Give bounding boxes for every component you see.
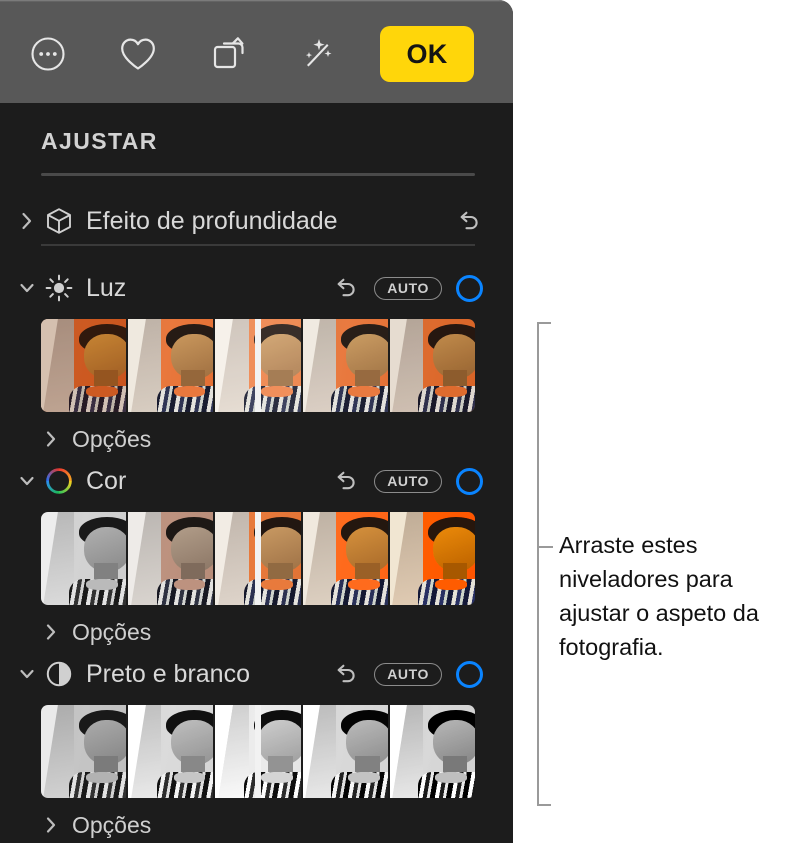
adjustment-header-cor[interactable]: Cor AUTO	[0, 458, 513, 504]
filmstrip-frame[interactable]	[215, 512, 303, 605]
filmstrip-frame[interactable]	[302, 512, 390, 605]
magic-wand-icon	[297, 33, 339, 75]
callout-text: Arraste estes niveladores para ajustar o…	[559, 532, 759, 660]
slider-playhead-luz[interactable]	[255, 319, 261, 412]
filmstrip-frame[interactable]	[302, 705, 390, 798]
chevron-right-icon[interactable]	[14, 198, 40, 244]
color-wheel-icon	[42, 458, 76, 504]
filmstrip-frame[interactable]	[41, 319, 129, 412]
adjustment-group-cor: Cor AUTO Opções	[0, 458, 513, 649]
filmstrip-frame[interactable]	[389, 512, 475, 605]
reset-icon[interactable]	[330, 659, 360, 689]
adjustment-header-depth[interactable]: Efeito de profundidade	[0, 198, 513, 244]
chevron-right-icon[interactable]	[39, 808, 63, 842]
title-divider	[41, 173, 475, 176]
adjust-panel-body: AJUSTAR Efeito de profundidade Luz AUTO …	[0, 103, 513, 843]
filmstrip-frame[interactable]	[302, 319, 390, 412]
options-row-cor[interactable]: Opções	[41, 615, 241, 649]
reset-icon[interactable]	[330, 466, 360, 496]
filmstrip-frame[interactable]	[128, 512, 216, 605]
slider-playhead-cor[interactable]	[255, 512, 261, 605]
page-title: AJUSTAR	[41, 128, 158, 154]
adjustment-group-depth: Efeito de profundidade	[0, 198, 513, 246]
reset-icon[interactable]	[330, 273, 360, 303]
ellipsis-circle-icon	[28, 34, 68, 74]
enhance-button[interactable]	[286, 22, 350, 86]
heart-icon	[117, 34, 159, 74]
sun-icon	[42, 265, 76, 311]
more-options-button[interactable]	[16, 22, 80, 86]
adjustment-label-luz: Luz	[86, 273, 127, 302]
options-label: Opções	[72, 811, 152, 838]
filmstrip-frame[interactable]	[215, 705, 303, 798]
adjustment-controls-luz: AUTO	[330, 265, 483, 311]
adjustment-group-preto-e-branco: Preto e branco AUTO Opções	[0, 651, 513, 842]
favorite-button[interactable]	[106, 22, 170, 86]
adjustment-header-preto-e-branco[interactable]: Preto e branco AUTO	[0, 651, 513, 697]
chevron-down-icon[interactable]	[14, 265, 40, 311]
filmstrip-frame[interactable]	[389, 319, 475, 412]
callout-annotation: Arraste estes niveladores para ajustar o…	[513, 0, 790, 843]
reset-icon[interactable]	[453, 206, 483, 236]
rotate-button[interactable]	[196, 22, 260, 86]
row-divider	[41, 244, 475, 246]
adjustment-label-depth: Efeito de profundidade	[86, 206, 338, 235]
chevron-down-icon[interactable]	[14, 651, 40, 697]
filmstrip-frame[interactable]	[41, 512, 129, 605]
callout-bracket	[537, 322, 551, 806]
adjustment-controls-depth	[453, 198, 483, 244]
callout-bracket-tick	[537, 546, 553, 548]
rotate-icon	[207, 33, 249, 75]
chevron-right-icon[interactable]	[39, 422, 63, 456]
level-indicator-preto-e-branco[interactable]	[456, 660, 483, 688]
slider-playhead-preto-e-branco[interactable]	[255, 705, 261, 798]
adjustment-controls-cor: AUTO	[330, 458, 483, 504]
filmstrip-frame[interactable]	[389, 705, 475, 798]
auto-button[interactable]: AUTO	[374, 276, 442, 300]
level-indicator-luz[interactable]	[456, 274, 483, 302]
chevron-right-icon[interactable]	[39, 615, 63, 649]
adjustment-label-preto-e-branco: Preto e branco	[86, 659, 250, 688]
filmstrip-frame[interactable]	[215, 319, 303, 412]
editor-toolbar: OK	[0, 0, 513, 103]
filmstrip-frame[interactable]	[41, 705, 129, 798]
auto-button[interactable]: AUTO	[374, 469, 442, 493]
slider-filmstrip-preto-e-branco[interactable]	[41, 705, 475, 798]
options-row-preto-e-branco[interactable]: Opções	[41, 808, 241, 842]
adjustment-controls-preto-e-branco: AUTO	[330, 651, 483, 697]
options-label: Opções	[72, 425, 152, 452]
cube-icon	[42, 198, 76, 244]
filmstrip-frame[interactable]	[128, 319, 216, 412]
options-row-luz[interactable]: Opções	[41, 422, 241, 456]
slider-filmstrip-cor[interactable]	[41, 512, 475, 605]
slider-filmstrip-luz[interactable]	[41, 319, 475, 412]
options-label: Opções	[72, 618, 152, 645]
contrast-circle-icon	[42, 651, 76, 697]
toolbar-button-row: OK	[0, 20, 513, 88]
filmstrip-frame[interactable]	[128, 705, 216, 798]
level-indicator-cor[interactable]	[456, 467, 483, 495]
auto-button[interactable]: AUTO	[374, 662, 442, 686]
ok-button[interactable]: OK	[380, 26, 474, 82]
chevron-down-icon[interactable]	[14, 458, 40, 504]
adjustment-group-luz: Luz AUTO Opções	[0, 265, 513, 456]
photo-edit-panel: OK AJUSTAR Efeito de profundidade Luz AU…	[0, 0, 513, 843]
adjustment-header-luz[interactable]: Luz AUTO	[0, 265, 513, 311]
adjustment-label-cor: Cor	[86, 466, 127, 495]
